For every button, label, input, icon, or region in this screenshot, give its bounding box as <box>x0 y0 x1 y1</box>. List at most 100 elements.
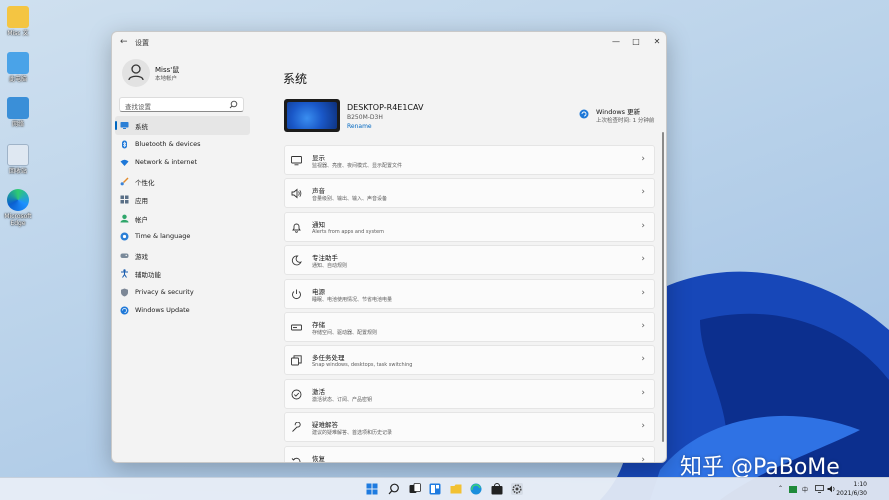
card-title: 电源 <box>312 287 325 296</box>
card-subtitle: 监视器、亮度、夜间模式、显示配置文件 <box>312 163 403 169</box>
windows-update-link[interactable]: Windows 更新 <box>596 106 640 116</box>
edge-icon[interactable] <box>470 483 482 495</box>
search-icon[interactable] <box>388 483 400 495</box>
clock-time[interactable]: 1:10 <box>854 481 867 488</box>
sidebar-item-apps[interactable]: 应用 <box>115 190 250 209</box>
file-explorer-icon[interactable] <box>450 483 462 495</box>
tray-app-icon[interactable] <box>789 486 797 493</box>
desktop-icon-folder[interactable]: Misc 文 <box>3 6 33 37</box>
speaker-icon <box>291 188 302 199</box>
device-name: DESKTOP-R4E1CAV <box>347 103 424 112</box>
sidebar-item-gaming[interactable]: 游戏 <box>115 246 250 265</box>
chevron-right-icon: › <box>641 254 645 265</box>
edge-icon <box>7 189 29 211</box>
sidebar-item-network[interactable]: Network & internet <box>115 153 250 172</box>
clock-date[interactable]: 2021/6/30 <box>836 490 867 497</box>
card-subtitle: 建议的疑难解答、首选项和历史记录 <box>312 430 393 437</box>
person-icon <box>120 214 129 222</box>
settings-gear-icon[interactable] <box>511 483 523 495</box>
search-placeholder: 查找设置 <box>125 103 151 111</box>
person-icon <box>128 64 144 81</box>
chevron-right-icon: › <box>641 454 645 463</box>
settings-card-notifications[interactable]: 通知 Alerts from apps and system › <box>284 211 655 242</box>
sidebar-item-windows-update[interactable]: Windows Update <box>115 301 250 320</box>
back-arrow-icon[interactable]: ← <box>120 37 128 47</box>
avatar[interactable] <box>122 59 150 87</box>
sidebar-item-personalization[interactable]: 个性化 <box>115 172 250 191</box>
widgets-icon[interactable] <box>429 483 441 495</box>
card-subtitle: 通知、自动规则 <box>312 263 348 270</box>
settings-window: ← 设置 — □ ✕ Miss'鼠 本地帐户 查找设置 系统 Bluetooth… <box>111 31 667 463</box>
wrench-icon <box>292 422 301 432</box>
scrollbar[interactable] <box>662 132 664 442</box>
apps-icon <box>120 195 129 204</box>
recovery-icon <box>291 457 301 462</box>
chevron-right-icon: › <box>641 354 645 365</box>
chevron-right-icon: › <box>641 287 645 298</box>
settings-card-recovery[interactable]: 恢复 › <box>284 445 655 463</box>
settings-card-sound[interactable]: 声音 音量级别、输出、输入、声音设备 › <box>284 178 655 209</box>
title-bar: ← 设置 — □ ✕ <box>112 32 666 54</box>
moon-icon <box>291 255 302 266</box>
search-icon[interactable] <box>229 100 238 109</box>
rename-link[interactable]: Rename <box>347 123 372 130</box>
sidebar-item-time-language[interactable]: Time & language <box>115 227 250 246</box>
sidebar-item-accessibility[interactable]: 辅助功能 <box>115 264 250 283</box>
wifi-icon <box>120 159 129 166</box>
maximize-button[interactable]: □ <box>626 35 646 49</box>
settings-card-power[interactable]: 电源 睡眠、电池使用情况、节省电池电量 › <box>284 278 655 309</box>
card-title: 恢复 <box>312 454 325 463</box>
chevron-right-icon: › <box>641 154 645 164</box>
sidebar-item-privacy[interactable]: Privacy & security <box>115 283 250 302</box>
settings-card-display[interactable]: 显示 监视器、亮度、夜间模式、显示配置文件 › <box>284 145 655 175</box>
sidebar-item-label: 系统 <box>135 123 148 131</box>
desktop-icon-network[interactable]: 网络 <box>3 97 33 128</box>
close-button[interactable]: ✕ <box>647 35 666 49</box>
start-icon[interactable] <box>366 483 378 495</box>
desktop-icon-edge[interactable]: Microsoft Edge <box>3 189 33 227</box>
sidebar-item-label: 帐户 <box>135 215 148 224</box>
desktop-icon-label: Microsoft Edge <box>4 213 32 227</box>
card-subtitle: 睡眠、电池使用情况、节省电池电量 <box>312 296 393 303</box>
chevron-right-icon: › <box>641 421 645 432</box>
task-view-icon[interactable] <box>409 483 421 495</box>
brush-icon <box>120 177 129 185</box>
accessibility-icon <box>121 269 128 278</box>
store-icon[interactable] <box>491 483 503 495</box>
sidebar-item-label: 个性化 <box>135 178 155 187</box>
settings-card-multitasking[interactable]: 多任务处理 Snap windows, desktops, task switc… <box>284 345 655 376</box>
sidebar-item-system[interactable]: 系统 <box>115 116 250 135</box>
input-language[interactable]: 中 <box>802 485 808 494</box>
card-title: 存储 <box>312 320 325 329</box>
power-icon <box>292 289 301 299</box>
desktop-icon-this-pc[interactable]: 此电脑 <box>3 52 33 83</box>
sidebar-item-bluetooth[interactable]: Bluetooth & devices <box>115 135 250 154</box>
display-icon <box>291 156 302 166</box>
card-subtitle: Snap windows, desktops, task switching <box>312 362 413 369</box>
volume-icon[interactable] <box>827 485 836 493</box>
update-icon <box>120 306 129 315</box>
sidebar-item-accounts[interactable]: 帐户 <box>115 209 250 228</box>
settings-card-activation[interactable]: 激活 激活状态、订阅、产品密钥 › <box>284 378 655 409</box>
window-title: 设置 <box>135 39 149 47</box>
minimize-button[interactable]: — <box>606 35 626 49</box>
card-title: 通知 <box>312 220 325 229</box>
computer-icon <box>7 52 29 74</box>
settings-card-troubleshoot[interactable]: 疑难解答 建议的疑难解答、首选项和历史记录 › <box>284 412 655 443</box>
settings-card-focus-assist[interactable]: 专注助手 通知、自动规则 › <box>284 245 655 276</box>
card-subtitle: 存储空间、驱动器、配置规则 <box>312 329 378 336</box>
card-title: 多任务处理 <box>312 354 345 363</box>
sidebar-item-label: Windows Update <box>135 306 190 314</box>
desktop-icon-label: 网络 <box>11 121 24 128</box>
desktop-icon-recycle-bin[interactable]: 回收站 <box>3 144 33 175</box>
search-input[interactable]: 查找设置 <box>119 97 244 112</box>
settings-card-storage[interactable]: 存储 存储空间、驱动器、配置规则 › <box>284 311 655 342</box>
sidebar-item-label: Time & language <box>135 232 191 240</box>
page-title: 系统 <box>283 72 308 86</box>
chevron-right-icon: › <box>641 320 645 331</box>
network-icon[interactable] <box>815 485 824 493</box>
chevron-up-icon[interactable]: ⌃ <box>778 485 783 492</box>
monitor-icon <box>120 122 129 129</box>
sidebar-item-label: 应用 <box>135 197 148 205</box>
sidebar-item-label: Privacy & security <box>135 287 194 296</box>
